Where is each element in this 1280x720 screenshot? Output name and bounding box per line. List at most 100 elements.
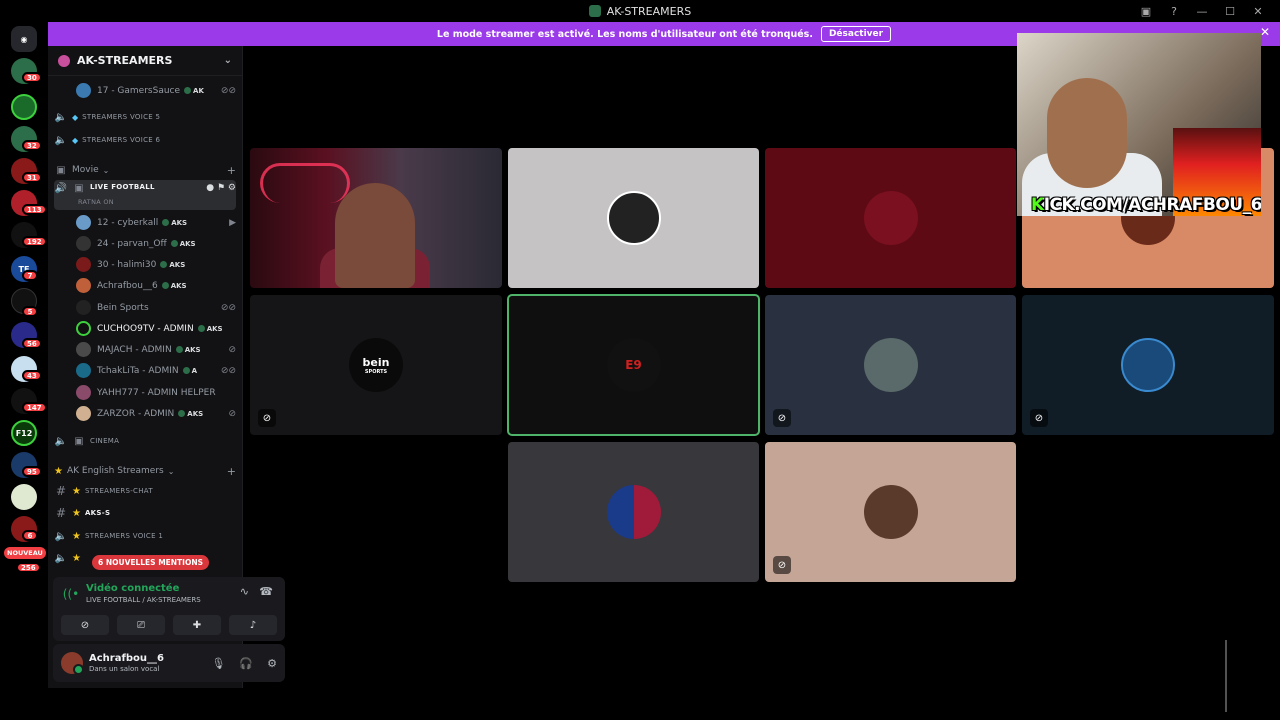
video-tile[interactable]: ⊘ [1022, 295, 1274, 435]
voice-channel-6[interactable]: 🔈 ◆ STREAMERS VOICE 6 [54, 131, 236, 149]
camera-icon: ▶ [229, 217, 236, 228]
maximize-button[interactable]: ☐ [1218, 2, 1242, 20]
avatar [76, 363, 91, 378]
avatar[interactable] [61, 652, 84, 675]
badge: 147 [22, 402, 47, 413]
banner-close-icon[interactable]: ✕ [1260, 25, 1270, 39]
noise-suppression-icon[interactable]: ∿ [240, 585, 249, 598]
video-tile[interactable]: ⊘ [765, 295, 1016, 435]
inbox-icon[interactable]: ▣ [1134, 2, 1158, 20]
add-channel-icon[interactable]: + [227, 164, 236, 177]
discord-home-icon[interactable]: ◉ [11, 26, 37, 52]
banner-text: Le mode streamer est activé. Les noms d'… [436, 28, 813, 40]
voice-user-row[interactable]: YAHH777 - ADMIN HELPER [76, 383, 236, 402]
stream-overlay: KICK.COM/ACHRAFBOU_6 [1017, 33, 1261, 216]
server-rail: ◉ 30 32 31 113 192 TF 7 5 56 43 147 F12 … [0, 22, 48, 720]
badge: 113 [22, 204, 47, 215]
soundboard-button[interactable]: ♪ [229, 615, 277, 635]
muted-icon: ⊘⊘ [220, 302, 236, 313]
muted-icon: ⊘ [228, 408, 236, 419]
voice-user-row[interactable]: Achrafbou__6 AKS [76, 276, 236, 295]
user-tag: A [183, 367, 197, 375]
badge: 95 [22, 466, 42, 477]
category-movie[interactable]: ▣ Movie ⌄ + [54, 161, 236, 179]
headphones-icon[interactable]: 🎧 [239, 657, 253, 670]
server-icon[interactable]: F12 [11, 420, 37, 446]
voice-channel-cinema[interactable]: 🔈 ▣ CINEMA [54, 432, 236, 450]
category-name: AK English Streamers [66, 466, 164, 476]
speaker-icon: 🔊 [54, 183, 68, 194]
category-english[interactable]: ★ AK English Streamers ⌄ + [54, 462, 236, 480]
voice-user-row[interactable]: MAJACH - ADMIN AKS ⊘ [76, 340, 236, 359]
user-tag: AKS [162, 219, 187, 227]
server-icon[interactable] [11, 484, 37, 510]
video-tile-speaking[interactable]: E9 [507, 294, 760, 436]
help-icon[interactable]: ? [1162, 2, 1186, 20]
hash-icon: # [55, 484, 67, 498]
channel-name: STREAMERS VOICE 1 [84, 532, 164, 540]
video-tile[interactable] [508, 442, 759, 582]
voice-user-row[interactable]: 30 - halimi30 AKS [76, 255, 236, 274]
text-channel-aks-s[interactable]: # ★ AKS-S [54, 504, 236, 522]
video-tile[interactable] [765, 148, 1016, 288]
server-icon[interactable] [11, 94, 37, 120]
voice-user-row[interactable]: Bein Sports ⊘⊘ [76, 298, 236, 317]
video-tile-camera[interactable] [250, 148, 502, 288]
gear-icon[interactable]: ⚙ [267, 657, 277, 670]
participant-avatar [606, 191, 661, 245]
connection-channel[interactable]: LIVE FOOTBALL / AK-STREAMERS [86, 596, 201, 604]
signal-icon[interactable]: ((• [62, 585, 80, 603]
chevron-down-icon: ⌄ [167, 466, 175, 476]
category-icon: ▣ [74, 435, 84, 447]
avatar [76, 278, 91, 293]
person [335, 183, 415, 288]
close-window-button[interactable]: ✕ [1246, 2, 1270, 20]
muted-icon: ⊘ [228, 344, 236, 355]
voice-channel-5[interactable]: 🔈 ◆ STREAMERS VOICE 5 [54, 108, 236, 126]
user-tag: AKS [178, 410, 203, 418]
activities-button[interactable]: ✚ [173, 615, 221, 635]
new-mentions-pill[interactable]: 6 NOUVELLES MENTIONS [92, 555, 210, 570]
video-tile[interactable]: bein SPORTS ⊘ [250, 295, 502, 435]
avatar [76, 321, 91, 336]
text-channel-streamers-chat[interactable]: # ★ STREAMERS-CHAT [54, 482, 236, 500]
participant-avatar [863, 338, 918, 392]
participant-avatar: bein SPORTS [349, 338, 403, 392]
participant-avatar: E9 [606, 338, 661, 392]
video-tile[interactable] [508, 148, 759, 288]
voice-user-row[interactable]: ZARZOR - ADMIN AKS ⊘ [76, 404, 236, 423]
muted-icon: ⊘ [773, 409, 791, 427]
user-name: Bein Sports [97, 302, 149, 313]
camera-off-button[interactable]: ⊘ [61, 615, 109, 635]
minimize-button[interactable]: — [1190, 2, 1214, 20]
server-header[interactable]: AK-STREAMERS ⌄ [48, 46, 242, 76]
disable-streamer-mode-button[interactable]: Désactiver [820, 26, 892, 42]
voice-user-row[interactable]: 24 - parvan_Off AKS [76, 234, 236, 253]
star-icon: ★ [72, 485, 81, 497]
connection-status: Vidéo connectée [86, 583, 180, 594]
voice-user-row[interactable]: 12 - cyberkall AKS ▶ [76, 213, 236, 232]
voice-user-row[interactable]: 17 - GamersSauce AK ⊘⊘ [76, 81, 236, 100]
user-tag: AKS [160, 261, 185, 269]
voice-user-row[interactable]: TchakLiTa - ADMIN A ⊘⊘ [76, 361, 236, 380]
avatar [76, 406, 91, 421]
chat-icon[interactable]: ● ⚑ ⚙ [206, 183, 236, 193]
person [1047, 78, 1127, 188]
user-name: YAHH777 - ADMIN HELPER [97, 387, 216, 398]
user-tag: AKS [176, 346, 201, 354]
speaker-icon: 🔈 [54, 435, 68, 447]
microphone-icon[interactable]: 🎙 [211, 657, 225, 670]
muted-icon: ⊘ [258, 409, 276, 427]
disconnect-icon[interactable]: ☎ [259, 585, 273, 598]
voice-user-row[interactable]: CUCHOO9TV - ADMIN AKS [76, 319, 236, 338]
server-boost-icon [58, 54, 70, 67]
user-panel-name: Achrafbou__6 [89, 653, 164, 664]
screen-share-button[interactable]: ⎚ [117, 615, 165, 635]
video-tile[interactable]: ⊘ [765, 442, 1016, 582]
voice-channel-1[interactable]: 🔈 ★ STREAMERS VOICE 1 [54, 527, 236, 545]
star-icon: ★ [54, 465, 63, 477]
add-channel-icon[interactable]: + [227, 465, 236, 478]
category-icon: ▣ [74, 183, 84, 194]
chevron-down-icon: ⌄ [223, 55, 232, 66]
participant-avatar [863, 191, 918, 245]
